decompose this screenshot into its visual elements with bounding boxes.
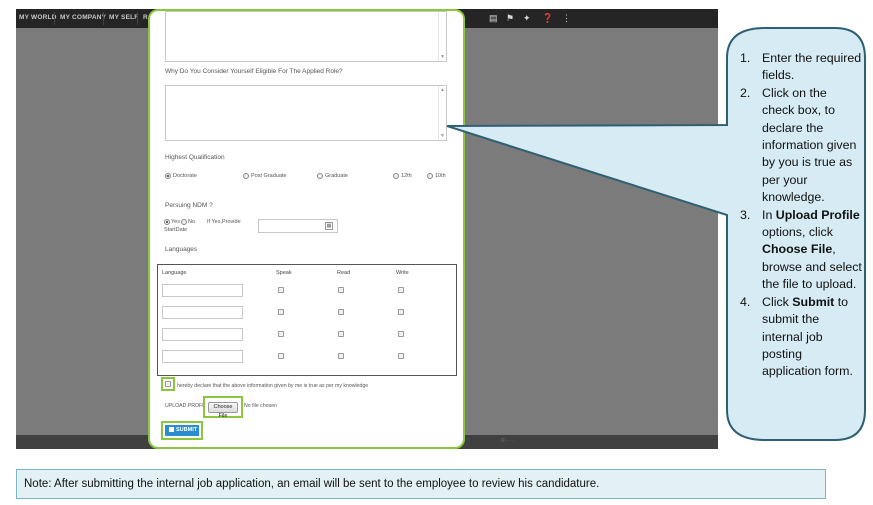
radio-ndm-yes[interactable]: [164, 219, 170, 225]
step-text: In: [762, 207, 776, 222]
language-input-3[interactable]: [162, 328, 243, 341]
step-keyword: Submit: [792, 294, 835, 309]
write-checkbox-4[interactable]: [398, 353, 404, 359]
speak-checkbox-4[interactable]: [278, 353, 284, 359]
nav-my-world[interactable]: MY WORLD: [19, 14, 57, 21]
file-status-text: No file chosen: [244, 403, 277, 409]
read-checkbox-4[interactable]: [338, 353, 344, 359]
textarea-scrollbar[interactable]: ▲ ▼: [438, 86, 446, 140]
start-date-input[interactable]: ▦: [258, 219, 338, 233]
radio-ndm-no[interactable]: [181, 219, 187, 225]
step-text: Click: [762, 294, 793, 309]
nav-my-company[interactable]: MY COMPANY: [60, 14, 106, 21]
submit-label: SUBMIT: [176, 427, 198, 433]
step-number: 4.: [740, 294, 751, 309]
col-read: Read: [337, 270, 351, 276]
option-10th: 10th: [435, 173, 446, 179]
nav-separator: [137, 12, 138, 25]
submit-highlight: SUBMIT: [161, 421, 203, 440]
previous-textarea[interactable]: ▼: [165, 11, 447, 62]
option-post-graduate: Post Graduate: [251, 173, 287, 179]
col-language: Language: [162, 270, 187, 276]
languages-label: Languages: [165, 246, 198, 253]
note-box: Note: After submitting the internal job …: [16, 469, 826, 499]
step-text: options, click: [762, 225, 833, 240]
share-icon[interactable]: ⋮: [562, 13, 571, 23]
write-checkbox-2[interactable]: [398, 309, 404, 315]
instruction-step-4: 4. Click Submit to submit the internal jo…: [740, 294, 862, 381]
radio-10th[interactable]: [427, 173, 433, 179]
step-keyword: Upload Profile: [775, 207, 860, 222]
write-checkbox-1[interactable]: [398, 287, 404, 293]
speak-checkbox-1[interactable]: [278, 287, 284, 293]
eligibility-textarea[interactable]: ▲ ▼: [165, 85, 447, 141]
declaration-checkbox[interactable]: [165, 381, 171, 387]
option-12th: 12th: [401, 173, 412, 179]
scroll-down-icon[interactable]: ▼: [440, 133, 445, 139]
save-icon: [169, 427, 174, 432]
choose-file-button[interactable]: Choose File: [208, 402, 238, 419]
help-icon[interactable]: ❓: [542, 13, 553, 23]
submit-button[interactable]: SUBMIT: [165, 425, 199, 436]
language-input-2[interactable]: [162, 306, 243, 319]
ndm-provide-label: If Yes,Provide: [207, 219, 241, 225]
eligibility-label: Why Do You Consider Yourself Eligible Fo…: [165, 68, 343, 75]
nav-separator: [54, 12, 55, 25]
option-doctorate: Doctorate: [173, 173, 197, 179]
ndm-yes-label: Yes: [171, 219, 180, 225]
declaration-text: hereby declare that the above informatio…: [177, 383, 369, 389]
speak-checkbox-3[interactable]: [278, 331, 284, 337]
scroll-up-icon[interactable]: ▲: [440, 87, 445, 93]
write-checkbox-3[interactable]: [398, 331, 404, 337]
step-number: 1.: [740, 51, 751, 65]
choose-file-highlight: Choose File: [203, 396, 243, 419]
speak-checkbox-2[interactable]: [278, 309, 284, 315]
ndm-label: Persuing NDM ?: [165, 202, 213, 209]
instruction-steps: 1. Enter the required fields. 2. Click on t…: [740, 50, 862, 381]
flag-icon[interactable]: ⚑: [506, 13, 514, 23]
option-graduate: Graduate: [325, 173, 348, 179]
pin-icon[interactable]: ✦: [523, 13, 531, 23]
step-number: 3.: [740, 207, 751, 222]
step-number: 2.: [740, 85, 751, 100]
book-icon[interactable]: ▤: [489, 13, 498, 23]
languages-table: Language Speak Read Write: [157, 264, 457, 376]
scroll-down-icon[interactable]: ▼: [440, 54, 445, 60]
radio-graduate[interactable]: [317, 173, 323, 179]
textarea-scrollbar[interactable]: ▼: [438, 12, 446, 61]
radio-12th[interactable]: [393, 173, 399, 179]
declaration-highlight: [161, 377, 175, 391]
read-checkbox-1[interactable]: [338, 287, 344, 293]
language-input-4[interactable]: [162, 350, 243, 363]
ndm-start-date-label: StartDate: [164, 227, 188, 233]
qualification-label: Highest Qualification: [165, 154, 225, 161]
nav-separator: [103, 12, 104, 25]
col-speak: Speak: [276, 270, 292, 276]
radio-post-graduate[interactable]: [243, 173, 249, 179]
footer-copyright: © · · ·: [501, 438, 514, 444]
calendar-icon[interactable]: ▦: [325, 222, 333, 230]
read-checkbox-3[interactable]: [338, 331, 344, 337]
read-checkbox-2[interactable]: [338, 309, 344, 315]
nav-my-self[interactable]: MY SELF: [109, 14, 138, 21]
application-form-panel: ▼ Why Do You Consider Yourself Eligible …: [148, 9, 465, 449]
steps-list: 1. Enter the required fields. 2. Click on t…: [740, 50, 862, 381]
instruction-step-3: 3. In Upload Profile options, click Choos…: [740, 207, 862, 294]
step-keyword: Choose File: [762, 242, 833, 257]
step-text: Enter the required fields.: [762, 51, 862, 83]
radio-doctorate[interactable]: [165, 173, 171, 179]
step-text: Click on the check box, to declare the i…: [762, 85, 857, 205]
language-input-1[interactable]: [162, 284, 243, 297]
instruction-step-2: 2. Click on the check box, to declare the…: [740, 85, 862, 207]
col-write: Write: [396, 270, 409, 276]
ndm-no-label: No: [188, 219, 196, 225]
instruction-step-1: 1. Enter the required fields.: [740, 50, 862, 85]
note-text: Note: After submitting the internal job …: [24, 478, 600, 490]
